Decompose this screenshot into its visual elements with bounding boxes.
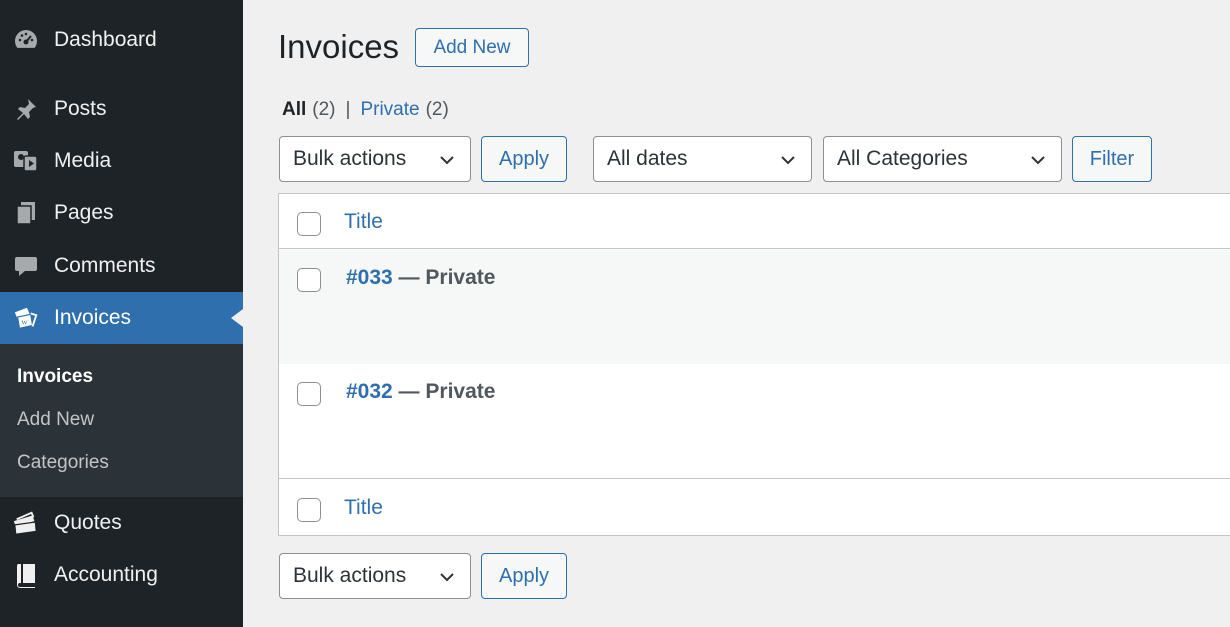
bulk-actions-value: Bulk actions <box>293 564 407 587</box>
invoice-icon: W <box>12 304 40 332</box>
chevron-down-icon <box>1031 156 1045 165</box>
media-icon <box>12 147 40 175</box>
table-row: #033 — Private <box>279 250 1230 364</box>
admin-sidebar: Dashboard Posts Media Pages Comments W I… <box>0 0 243 627</box>
svg-text:W: W <box>21 320 28 327</box>
chevron-down-icon <box>440 156 454 165</box>
submenu-item-invoices[interactable]: Invoices <box>17 366 93 388</box>
invoice-link[interactable]: #032 <box>346 380 393 403</box>
dates-filter-select[interactable]: All dates <box>593 136 812 182</box>
menu-item-quotes[interactable]: Quotes <box>0 497 243 549</box>
row-title: #033 — Private <box>346 266 495 290</box>
invoice-link[interactable]: #033 <box>346 266 393 289</box>
title-column-header[interactable]: Title <box>344 210 383 234</box>
menu-label: Pages <box>54 201 114 224</box>
title-column-footer[interactable]: Title <box>344 496 383 520</box>
bulk-actions-value: Bulk actions <box>293 147 407 170</box>
row-title: #032 — Private <box>346 380 495 404</box>
dashboard-icon <box>12 26 40 54</box>
menu-item-pages[interactable]: Pages <box>0 187 243 239</box>
table-row: #032 — Private <box>279 364 1230 479</box>
menu-label: Media <box>54 149 112 172</box>
dates-filter-value: All dates <box>607 147 688 170</box>
menu-label: Dashboard <box>54 28 157 51</box>
table-footer: Title <box>279 479 1230 536</box>
quotes-icon <box>12 509 40 537</box>
pages-icon <box>12 199 40 227</box>
view-filters: All (2) | Private (2) <box>282 99 449 121</box>
view-private-count: (2) <box>425 99 449 120</box>
filter-button[interactable]: Filter <box>1072 136 1152 182</box>
menu-label: Invoices <box>54 306 132 329</box>
row-checkbox[interactable] <box>297 268 321 292</box>
invoices-submenu: Invoices Add New Categories <box>0 344 243 497</box>
apply-button-bottom[interactable]: Apply <box>481 553 567 599</box>
menu-item-comments[interactable]: Comments <box>0 240 243 292</box>
apply-button[interactable]: Apply <box>481 136 567 182</box>
select-all-checkbox-footer[interactable] <box>297 498 321 522</box>
invoices-table: Title #033 — Private #032 — Private Titl… <box>278 193 1230 536</box>
submenu-item-categories[interactable]: Categories <box>17 452 109 474</box>
menu-item-invoices[interactable]: W Invoices <box>0 292 243 344</box>
table-header: Title <box>279 194 1230 249</box>
menu-label: Posts <box>54 97 107 120</box>
view-all-link[interactable]: All <box>282 99 306 121</box>
categories-filter-select[interactable]: All Categories <box>823 136 1062 182</box>
menu-item-posts[interactable]: Posts <box>0 83 243 135</box>
menu-label: Comments <box>54 254 156 277</box>
menu-item-media[interactable]: Media <box>0 135 243 187</box>
menu-item-accounting[interactable]: Accounting <box>0 549 243 601</box>
pin-icon <box>12 95 40 123</box>
menu-label: Quotes <box>54 511 122 534</box>
comment-icon <box>12 252 40 280</box>
menu-label: Accounting <box>54 563 158 586</box>
book-icon <box>12 561 40 589</box>
categories-filter-value: All Categories <box>837 147 968 170</box>
view-private-link[interactable]: Private <box>360 99 419 121</box>
menu-item-dashboard[interactable]: Dashboard <box>0 14 243 66</box>
chevron-down-icon <box>781 156 795 165</box>
page-title: Invoices <box>278 28 400 65</box>
row-checkbox[interactable] <box>297 382 321 406</box>
chevron-down-icon <box>440 573 454 582</box>
post-state: — Private <box>392 380 496 403</box>
add-new-button[interactable]: Add New <box>415 28 529 67</box>
view-all-count: (2) <box>312 99 336 120</box>
view-separator: | <box>345 99 351 120</box>
submenu-item-add-new[interactable]: Add New <box>17 409 94 431</box>
bulk-actions-select-bottom[interactable]: Bulk actions <box>279 553 471 599</box>
bulk-actions-select[interactable]: Bulk actions <box>279 136 471 182</box>
post-state: — Private <box>392 266 496 289</box>
select-all-checkbox[interactable] <box>297 212 321 236</box>
